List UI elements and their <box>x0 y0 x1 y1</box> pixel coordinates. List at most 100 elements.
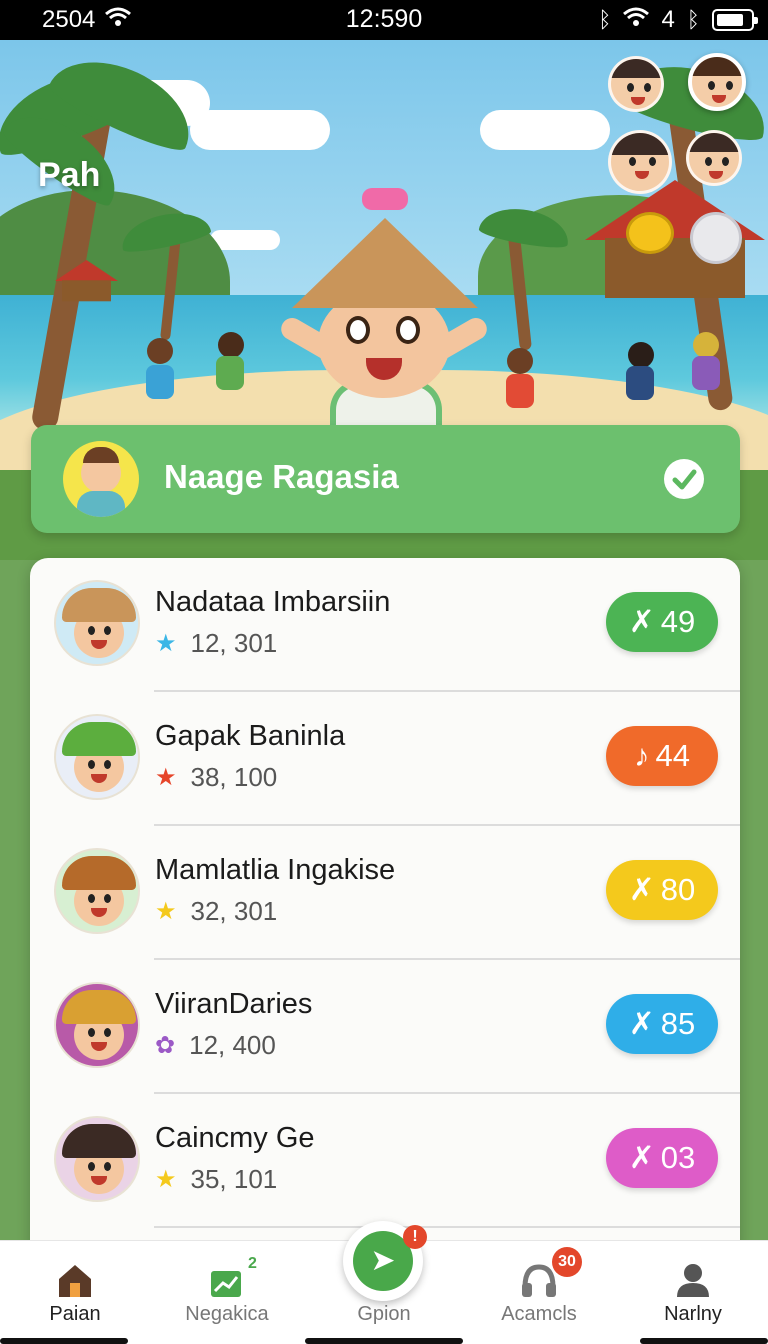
sword-icon: ✗ <box>628 1006 655 1041</box>
player-avatar <box>54 714 140 800</box>
player-name: Caincmy Ge <box>155 1122 315 1154</box>
featured-player-avatar <box>63 441 139 517</box>
cloud <box>210 230 280 250</box>
nav-superscript: 2 <box>248 1255 257 1272</box>
star-icon: ★ <box>155 898 177 925</box>
notification-badge: 30 <box>552 1247 582 1277</box>
challenge-button[interactable]: ♪ 44 <box>606 726 718 786</box>
profile-icon <box>673 1261 713 1299</box>
leaderboard-row[interactable]: ViiranDaries ✿ 12, 400 ✗ 85 <box>30 960 740 1094</box>
ghost-avatar[interactable] <box>690 212 742 264</box>
battery-icon <box>712 9 758 31</box>
player-name: Mamlatlia Ingakise <box>155 854 396 886</box>
status-right: ᛒ 4 ᛒ <box>598 6 758 34</box>
mascot-mouth <box>366 358 402 380</box>
beach-child-body <box>626 366 654 400</box>
home-indicator <box>0 1338 128 1344</box>
leaderboard-row[interactable]: Gapak Baninla ★ 38, 100 ♪ 44 <box>30 692 740 826</box>
beach-child-body <box>146 365 174 399</box>
sword-icon: ✗ <box>628 1140 655 1175</box>
nav-label: Narlny <box>664 1303 722 1325</box>
challenge-count: 44 <box>655 738 690 773</box>
beach-child <box>218 332 244 358</box>
player-avatar <box>54 1116 140 1202</box>
mascot-straw-hat <box>292 218 478 308</box>
leaderboard-row[interactable]: Nadataa Imbarsiin ★ 12, 301 ✗ 49 <box>30 558 740 692</box>
leaderboard-row[interactable]: Caincmy Ge ★ 35, 101 ✗ 03 <box>30 1094 740 1228</box>
bluetooth-icon: ᛒ <box>598 7 612 32</box>
beach-child-body <box>216 356 244 390</box>
wifi-icon-right <box>623 6 650 34</box>
featured-player-name: Naage Ragasia <box>164 458 399 495</box>
player-score: ★ 32, 301 <box>155 896 277 927</box>
battery-fill <box>717 14 743 26</box>
player-score: ★ 35, 101 <box>155 1164 277 1195</box>
player-score-value: 12, 301 <box>190 628 278 658</box>
music-icon: ♪ <box>634 738 650 773</box>
sword-icon: ✗ <box>628 604 655 639</box>
player-avatar <box>54 580 140 666</box>
beach-child <box>628 342 654 368</box>
alert-badge: ! <box>403 1225 427 1249</box>
coin-icon <box>626 212 674 254</box>
beach-child <box>693 332 719 358</box>
player-score-value: 12, 400 <box>189 1030 276 1060</box>
flower-icon: ✿ <box>155 1032 176 1059</box>
challenge-button[interactable]: ✗ 85 <box>606 994 718 1054</box>
check-icon[interactable] <box>664 459 704 499</box>
nav-label: Paian <box>49 1303 101 1325</box>
star-icon: ★ <box>155 630 177 657</box>
featured-player-card[interactable]: Naage Ragasia <box>31 425 740 533</box>
nav-label: Gpion <box>357 1303 411 1325</box>
beach-child-body <box>692 356 720 390</box>
player-avatar <box>54 982 140 1068</box>
challenge-count: 03 <box>660 1140 696 1175</box>
beach-child-body <box>506 374 534 408</box>
home-icon <box>55 1261 95 1299</box>
challenge-button[interactable]: ✗ 49 <box>606 592 718 652</box>
signal-number: 4 <box>661 6 675 33</box>
home-indicator <box>305 1338 463 1344</box>
challenge-button[interactable]: ✗ 80 <box>606 860 718 920</box>
player-name: ViiranDaries <box>155 988 313 1020</box>
mascot-eye <box>346 316 370 344</box>
chart-icon <box>207 1261 247 1299</box>
player-name: Gapak Baninla <box>155 720 346 752</box>
mascot-eye <box>396 316 420 344</box>
friend-avatar[interactable] <box>686 130 742 186</box>
mascot-bow <box>362 188 408 210</box>
sword-icon: ✗ <box>628 872 655 907</box>
friend-avatar[interactable] <box>608 130 672 194</box>
leaderboard-list[interactable]: Nadataa Imbarsiin ★ 12, 301 ✗ 49 Gapak B… <box>30 558 740 1258</box>
friend-avatar[interactable] <box>608 56 664 112</box>
challenge-count: 85 <box>660 1006 696 1041</box>
challenge-button[interactable]: ✗ 03 <box>606 1128 718 1188</box>
profile-avatar[interactable] <box>688 53 746 111</box>
bluetooth-icon-2: ᛒ <box>686 7 700 32</box>
challenge-count: 80 <box>660 872 696 907</box>
challenge-count: 49 <box>660 604 696 639</box>
cloud <box>190 110 330 150</box>
player-score: ✿ 12, 400 <box>155 1030 276 1061</box>
star-icon: ★ <box>155 764 177 791</box>
nav-label: Negakica <box>185 1303 269 1325</box>
send-icon: ➤ <box>370 1244 396 1277</box>
divider <box>154 1226 740 1228</box>
cloud <box>480 110 610 150</box>
player-score: ★ 38, 100 <box>155 762 277 793</box>
hut-small <box>55 260 118 302</box>
nav-label: Acamcls <box>501 1303 577 1325</box>
player-score: ★ 12, 301 <box>155 628 277 659</box>
send-button[interactable]: ➤ ! <box>343 1221 427 1301</box>
home-indicator <box>640 1338 768 1344</box>
player-avatar <box>54 848 140 934</box>
player-score-value: 38, 100 <box>190 762 278 792</box>
player-score-value: 32, 301 <box>190 896 278 926</box>
leaderboard-row[interactable]: Mamlatlia Ingakise ★ 32, 301 ✗ 80 <box>30 826 740 960</box>
beach-child <box>147 338 173 364</box>
status-bar: 2504 12:590 ᛒ 4 ᛒ <box>0 0 768 40</box>
bottom-nav: Paian 2 Negakica ➤ ! Gpion 30 Acamcls Na… <box>0 1221 768 1344</box>
beach-child <box>507 348 533 374</box>
player-score-value: 35, 101 <box>190 1164 278 1194</box>
player-name: Nadataa Imbarsiin <box>155 586 391 618</box>
